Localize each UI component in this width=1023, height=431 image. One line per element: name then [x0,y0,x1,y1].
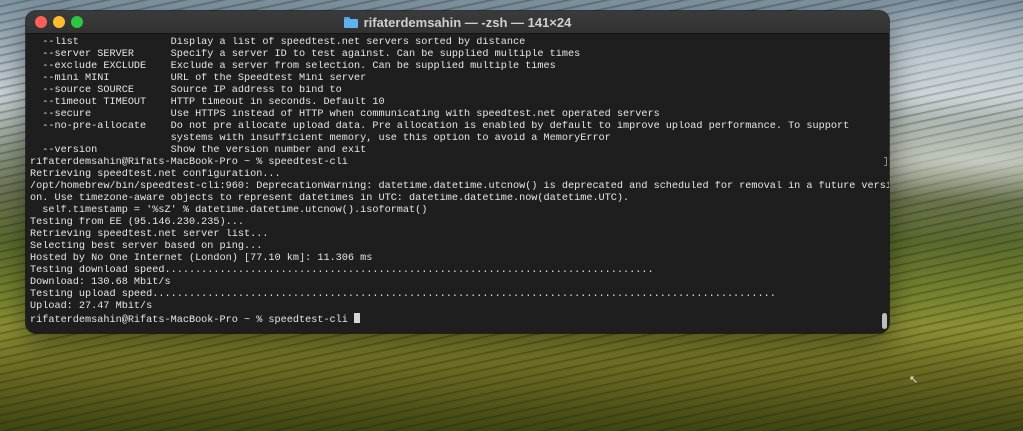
title-bar[interactable]: rifaterdemsahin — -zsh — 141×24 [26,11,889,34]
scrollbar-thumb[interactable] [882,313,887,329]
terminal-line: Testing from EE (95.146.230.235)... [30,217,244,228]
terminal-line: --timeout TIMEOUT HTTP timeout in second… [30,97,385,108]
terminal-line: self.timestamp = '%sZ' % datetime.dateti… [30,205,428,216]
window-title-container: rifaterdemsahin — -zsh — 141×24 [26,11,889,33]
scrollbar[interactable] [880,34,889,333]
prompt-line[interactable]: rifaterdemsahin@Rifats-MacBook-Pro ~ % s… [30,313,889,325]
terminal-line: Testing upload speed....................… [30,289,776,300]
text-cursor [354,313,361,323]
terminal-line: Selecting best server based on ping... [30,241,263,252]
terminal-line: Retrieving speedtest.net server list... [30,229,269,240]
terminal-line: --version Show the version number and ex… [30,145,367,156]
folder-icon [343,16,358,28]
terminal-line: on. Use timezone-aware objects to repres… [30,193,630,204]
terminal-line: Testing download speed..................… [30,265,654,276]
terminal-line: --list Display a list of speedtest.net s… [30,37,526,48]
shell-prompt: rifaterdemsahin@Rifats-MacBook-Pro ~ % s… [30,315,355,325]
terminal-line: --exclude EXCLUDE Exclude a server from … [30,61,556,72]
terminal-output[interactable]: --list Display a list of speedtest.net s… [26,34,889,333]
terminal-line: --no-pre-allocate Do not pre allocate up… [30,121,850,132]
terminal-line: --mini MINI URL of the Speedtest Mini se… [30,73,367,84]
terminal-line: Download: 130.68 Mbit/s [30,277,171,288]
terminal-line: systems with insufficient memory, use th… [30,133,611,144]
terminal-line: --source SOURCE Source IP address to bin… [30,85,342,96]
mouse-pointer-icon: ↖ [909,374,919,386]
terminal-line: --secure Use HTTPS instead of HTTP when … [30,109,660,120]
terminal-window[interactable]: rifaterdemsahin — -zsh — 141×24 --list D… [26,11,889,333]
terminal-line: --server SERVER Specify a server ID to t… [30,49,581,60]
window-title: rifaterdemsahin — -zsh — 141×24 [363,14,572,30]
terminal-line: Hosted by No One Internet (London) [77.1… [30,253,373,264]
terminal-line: /opt/homebrew/bin/speedtest-cli:960: Dep… [30,181,889,192]
terminal-line: rifaterdemsahin@Rifats-MacBook-Pro ~ % s… [30,157,348,168]
terminal-line: Upload: 27.47 Mbit/s [30,301,153,312]
terminal-line: Retrieving speedtest.net configuration..… [30,169,281,180]
